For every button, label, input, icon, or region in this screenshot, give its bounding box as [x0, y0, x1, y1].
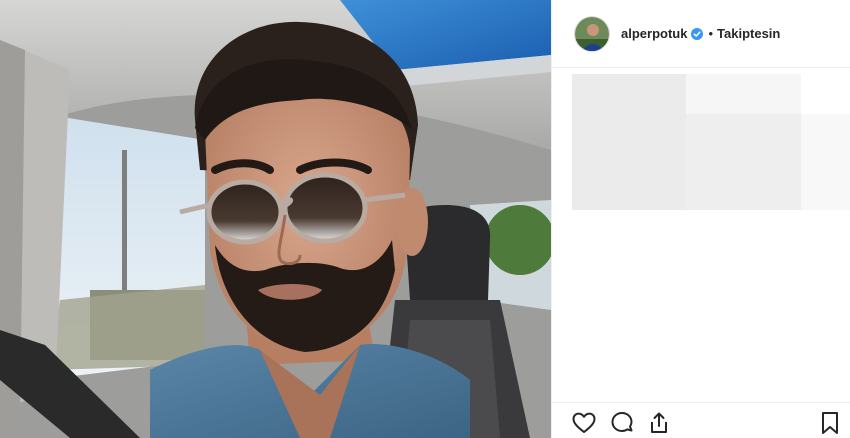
post-photo[interactable] [0, 0, 551, 438]
comments-loading-placeholder [572, 74, 850, 210]
post-side-panel: alperpotuk • Takiptesin [551, 0, 850, 438]
placeholder-block [686, 114, 801, 210]
post-header: alperpotuk • Takiptesin [552, 0, 850, 68]
share-icon[interactable] [646, 410, 672, 436]
post-actions [552, 402, 850, 438]
placeholder-block [572, 74, 686, 210]
comment-icon[interactable] [609, 410, 635, 436]
follow-status-button[interactable]: Takiptesin [717, 26, 780, 41]
placeholder-block [801, 114, 850, 210]
heart-icon[interactable] [571, 410, 597, 436]
selfie-illustration [0, 0, 551, 438]
instagram-post: alperpotuk • Takiptesin [0, 0, 850, 438]
verified-badge-icon [691, 27, 704, 40]
username[interactable]: alperpotuk [621, 26, 687, 41]
separator-dot: • [708, 26, 714, 41]
placeholder-block [686, 74, 801, 114]
bookmark-icon[interactable] [817, 410, 843, 436]
avatar[interactable] [574, 15, 610, 52]
